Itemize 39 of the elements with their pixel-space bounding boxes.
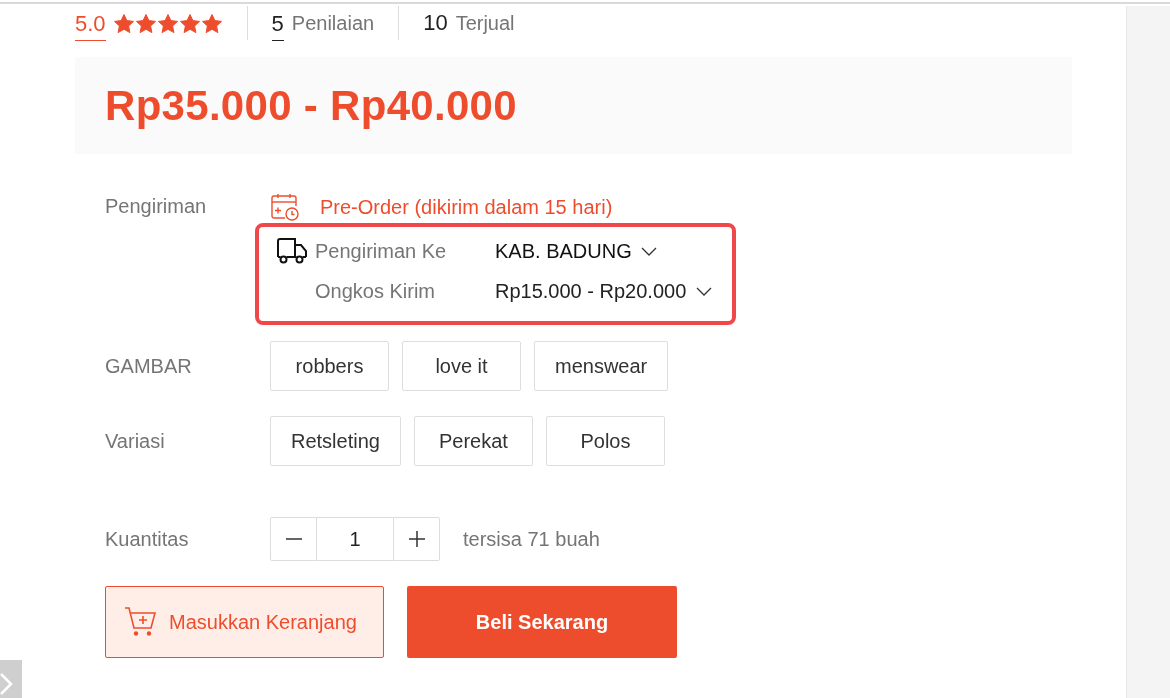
- field-label: Variasi: [105, 429, 166, 454]
- variation-option[interactable]: robbers: [270, 341, 389, 391]
- decrease-button[interactable]: [270, 517, 317, 561]
- star-icon: [157, 13, 178, 33]
- star-icon: [201, 13, 222, 33]
- chevron-down-icon: [640, 246, 657, 256]
- star-icon: [135, 13, 156, 33]
- variation-option[interactable]: Retsleting: [270, 416, 401, 466]
- variation-option[interactable]: Perekat: [413, 416, 533, 466]
- field-label: Pengiriman: [105, 194, 208, 219]
- increase-button[interactable]: [393, 517, 440, 561]
- rating-score[interactable]: 5.0: [75, 9, 106, 41]
- truck-icon: [277, 238, 307, 264]
- variation-option[interactable]: love it: [402, 341, 521, 391]
- stat-label: Penilaian: [291, 11, 375, 36]
- buy-now-button[interactable]: Beli Sekarang: [407, 586, 677, 658]
- slide-arrow-button[interactable]: [0, 660, 22, 698]
- variation-option[interactable]: menswear: [534, 341, 669, 391]
- calendar-clock-icon: [271, 193, 299, 221]
- field-label: GAMBAR: [105, 354, 193, 379]
- stock-note: tersisa 71 buah: [463, 527, 600, 552]
- minus-icon: [285, 538, 302, 540]
- plus-icon: [408, 531, 425, 547]
- shipping-cost-dropdown[interactable]: Rp15.000 - Rp20.000: [495, 276, 713, 306]
- field-label: Kuantitas: [105, 527, 190, 552]
- destination-dropdown[interactable]: KAB. BADUNG: [495, 236, 657, 266]
- cart-plus-icon: [124, 607, 156, 637]
- stat-value: 10: [423, 9, 448, 37]
- stat-value[interactable]: 5: [271, 9, 284, 41]
- pre-order-note: Pre-Order (dikirim dalam 15 hari): [320, 195, 613, 220]
- field-label: Pengiriman Ke: [315, 239, 448, 264]
- stat-label: Terjual: [455, 11, 515, 36]
- chevron-right-icon: [0, 672, 14, 696]
- star-icon: [113, 13, 134, 33]
- field-label: Ongkos Kirim: [315, 279, 437, 304]
- chevron-down-icon: [696, 286, 713, 296]
- variation-option[interactable]: Polos: [545, 416, 665, 466]
- price-range: Rp35.000 - Rp40.000: [105, 81, 517, 131]
- star-icon: [179, 13, 200, 33]
